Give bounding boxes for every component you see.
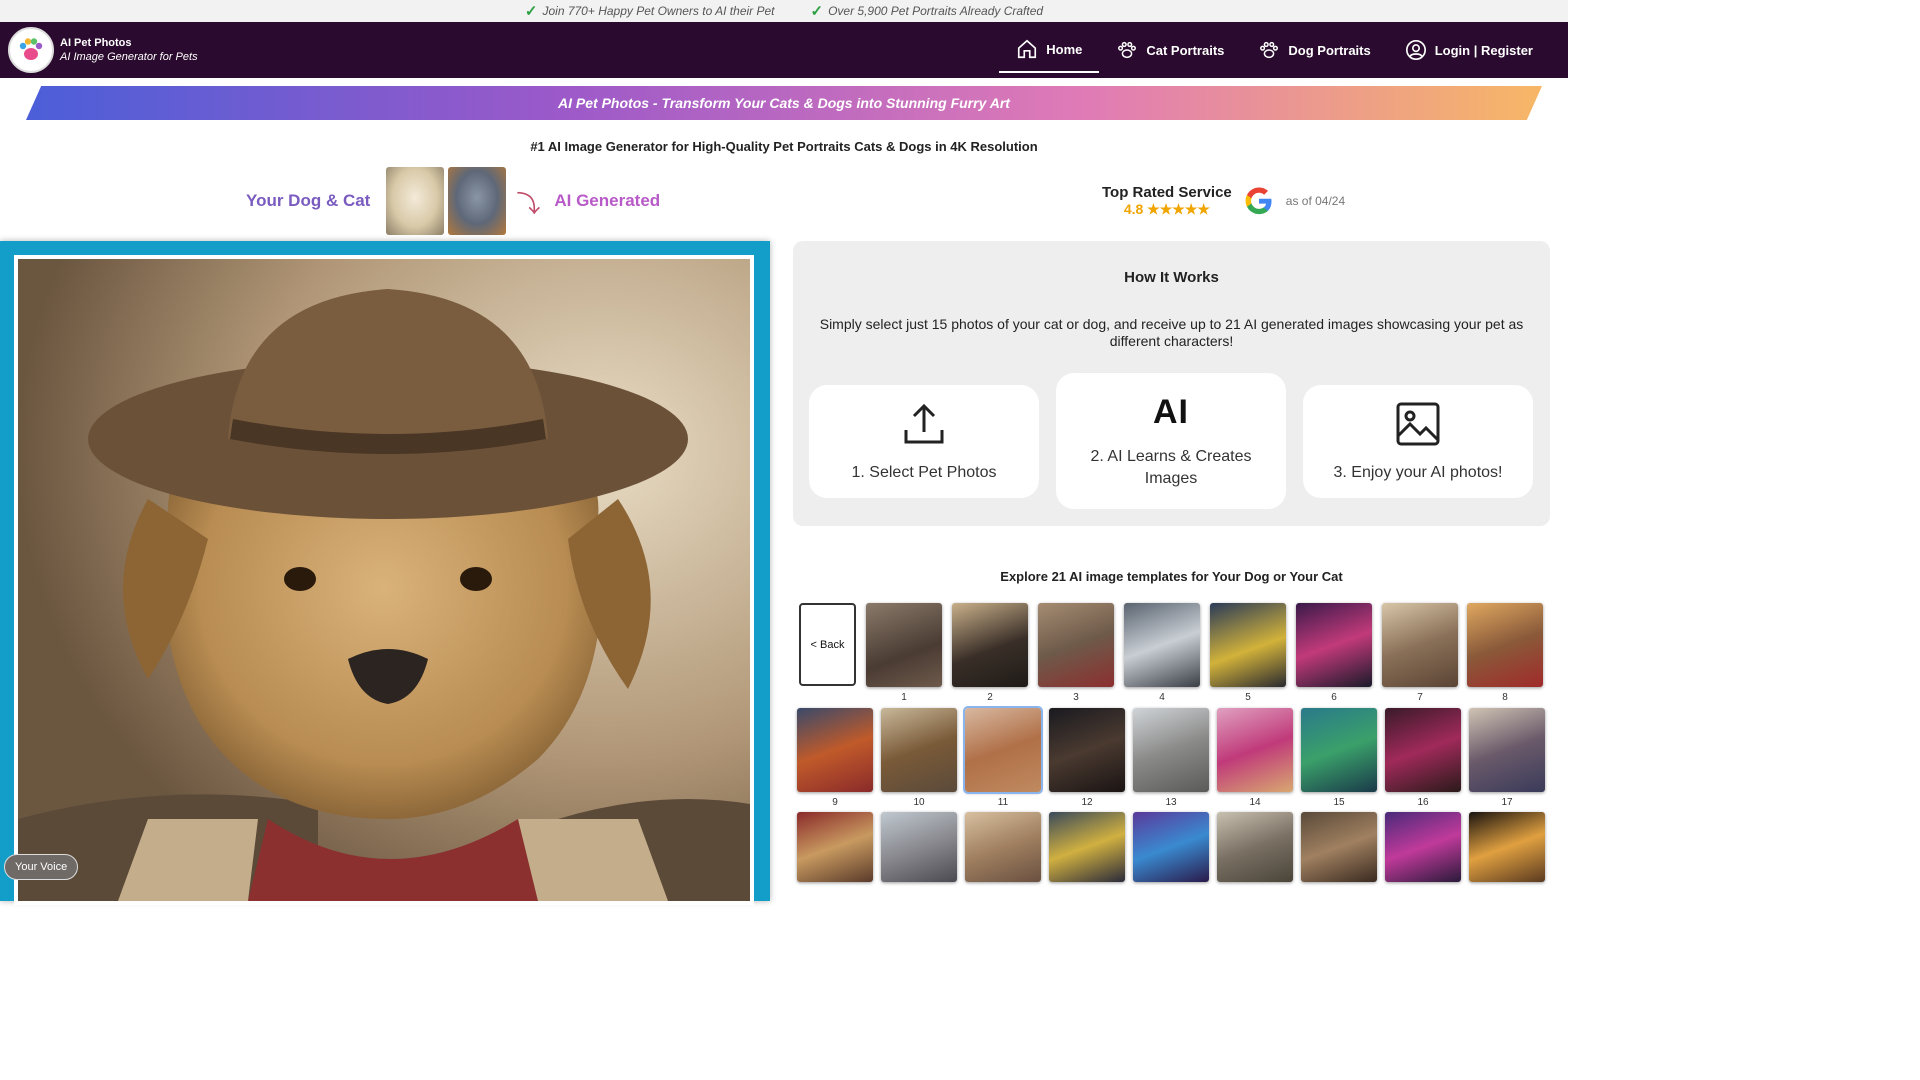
template-thumbnail[interactable] [1469,812,1545,882]
checkmark-icon: ✓ [524,3,538,20]
nav-login-label: Login | Register [1434,42,1533,58]
template-thumbnail[interactable] [1467,603,1543,687]
template-number: 4 [1159,692,1165,703]
nav-dog-label: Dog Portraits [1288,42,1371,58]
top-announcement-bar: ✓ Join 770+ Happy Pet Owners to AI their… [0,0,1568,22]
curved-arrow-icon: ⤵ [516,190,541,218]
announcement-text: Join 770+ Happy Pet Owners to AI their P… [542,4,775,18]
dog-portrait-illustration [18,259,750,901]
template-thumbnail[interactable] [1124,603,1200,687]
how-it-works-title: How It Works [1124,269,1219,286]
template-number: 10 [913,797,925,808]
page-subtitle: #1 AI Image Generator for High-Quality P… [530,139,1038,154]
template-number: 1 [901,692,907,703]
nav-cat-portraits[interactable]: Cat Portraits [1099,27,1241,73]
step-3-label: 3. Enjoy your AI photos! [1333,463,1503,481]
step-1-label: 1. Select Pet Photos [851,463,997,481]
brand-tagline: AI Image Generator for Pets [60,51,198,63]
rating-badge: Top Rated Service 4.8 ★★★★★ as of 04/24 [1102,184,1345,218]
hero-dog-cowboy-image [14,255,754,905]
your-voice-button[interactable]: Your Voice [4,854,79,880]
template-thumbnail[interactable] [1133,812,1209,882]
your-pet-label: Your Dog & Cat [246,191,371,210]
back-button[interactable]: < Back [799,603,856,686]
template-number: 14 [1249,797,1261,808]
ai-icon: AI [1153,392,1189,431]
ai-generated-label: AI Generated [554,191,661,210]
nav-cat-label: Cat Portraits [1146,42,1225,58]
gradient-banner: AI Pet Photos - Transform Your Cats & Do… [26,86,1542,120]
paw-icon [1260,41,1279,59]
template-thumbnail[interactable] [797,812,873,882]
template-number: 7 [1417,692,1423,703]
banner-text: AI Pet Photos - Transform Your Cats & Do… [558,95,1010,111]
announcement-item: ✓ Join 770+ Happy Pet Owners to AI their… [525,2,775,20]
template-thumbnail[interactable] [881,812,957,882]
template-number: 15 [1333,797,1345,808]
template-thumbnail[interactable] [1133,708,1209,792]
template-thumbnail[interactable] [881,708,957,792]
brand-title: AI Pet Photos [60,37,132,49]
template-thumbnail[interactable] [965,812,1041,882]
template-number: 3 [1073,692,1079,703]
nav-home-label: Home [1046,41,1083,57]
nav-dog-portraits[interactable]: Dog Portraits [1241,27,1387,73]
step-ai-learns-card: AI 2. AI Learns & Creates Images [1056,373,1286,509]
rating-date: as of 04/24 [1285,194,1346,208]
explore-templates-title: Explore 21 AI image templates for Your D… [1000,569,1343,584]
step-select-photos-card: 1. Select Pet Photos [809,385,1039,498]
template-thumbnail[interactable] [952,603,1028,687]
rating-title: Top Rated Service [1102,184,1232,201]
paw-icon [1118,41,1137,59]
template-thumbnail[interactable] [797,708,873,792]
template-thumbnail[interactable] [963,706,1043,794]
template-number: 6 [1331,692,1337,703]
template-thumbnail[interactable] [1038,603,1114,687]
step-2-label: 2. AI Learns & Creates Images [1090,447,1252,487]
template-thumbnail[interactable] [1385,708,1461,792]
template-number: 2 [987,692,993,703]
template-number: 17 [1501,797,1513,808]
template-thumbnail[interactable] [1049,708,1125,792]
template-thumbnail[interactable] [1385,812,1461,882]
rating-score: 4.8 ★★★★★ [1123,201,1210,217]
nav-home[interactable]: Home [999,27,1100,73]
nav-menu: Home Cat Portraits Dog Portraits Login |… [999,22,1550,78]
template-number: 9 [832,797,838,808]
hero-image-frame [0,241,770,905]
upload-icon [904,403,944,443]
image-icon [1396,402,1440,445]
template-number: 12 [1081,797,1093,808]
checkmark-icon: ✓ [810,3,824,20]
template-number: 11 [997,797,1009,808]
paw-logo-icon [8,27,54,73]
template-number: 8 [1502,692,1508,703]
template-thumbnail[interactable] [866,603,942,687]
template-number: 16 [1417,797,1429,808]
before-after-row: Your Dog & Cat ⤵ AI Generated [246,167,660,235]
template-thumbnail[interactable] [1210,603,1286,687]
home-icon [1018,39,1037,59]
user-circle-icon [1405,40,1426,60]
template-number: 13 [1165,797,1177,808]
template-thumbnail[interactable] [1217,708,1293,792]
template-thumbnail[interactable] [1296,603,1372,687]
template-thumbnail[interactable] [1217,812,1293,882]
step-enjoy-card: 3. Enjoy your AI photos! [1303,385,1533,498]
main-navbar: AI Pet Photos AI Image Generator for Pet… [0,22,1568,78]
sample-cat-photo [448,167,507,235]
announcement-text: Over 5,900 Pet Portraits Already Crafted [828,4,1044,18]
template-thumbnail[interactable] [1049,812,1125,882]
template-thumbnail[interactable] [1469,708,1545,792]
template-number: 5 [1245,692,1251,703]
announcement-item: ✓ Over 5,900 Pet Portraits Already Craft… [811,2,1044,20]
template-thumbnail[interactable] [1382,603,1458,687]
how-it-works-description: Simply select just 15 photos of your cat… [819,316,1524,349]
nav-login-register[interactable]: Login | Register [1388,27,1550,73]
sample-dog-photo [386,167,445,235]
google-g-icon [1245,187,1272,215]
template-thumbnail[interactable] [1301,812,1377,882]
brand-logo-link[interactable]: AI Pet Photos AI Image Generator for Pet… [8,27,198,73]
template-thumbnail[interactable] [1301,708,1377,792]
